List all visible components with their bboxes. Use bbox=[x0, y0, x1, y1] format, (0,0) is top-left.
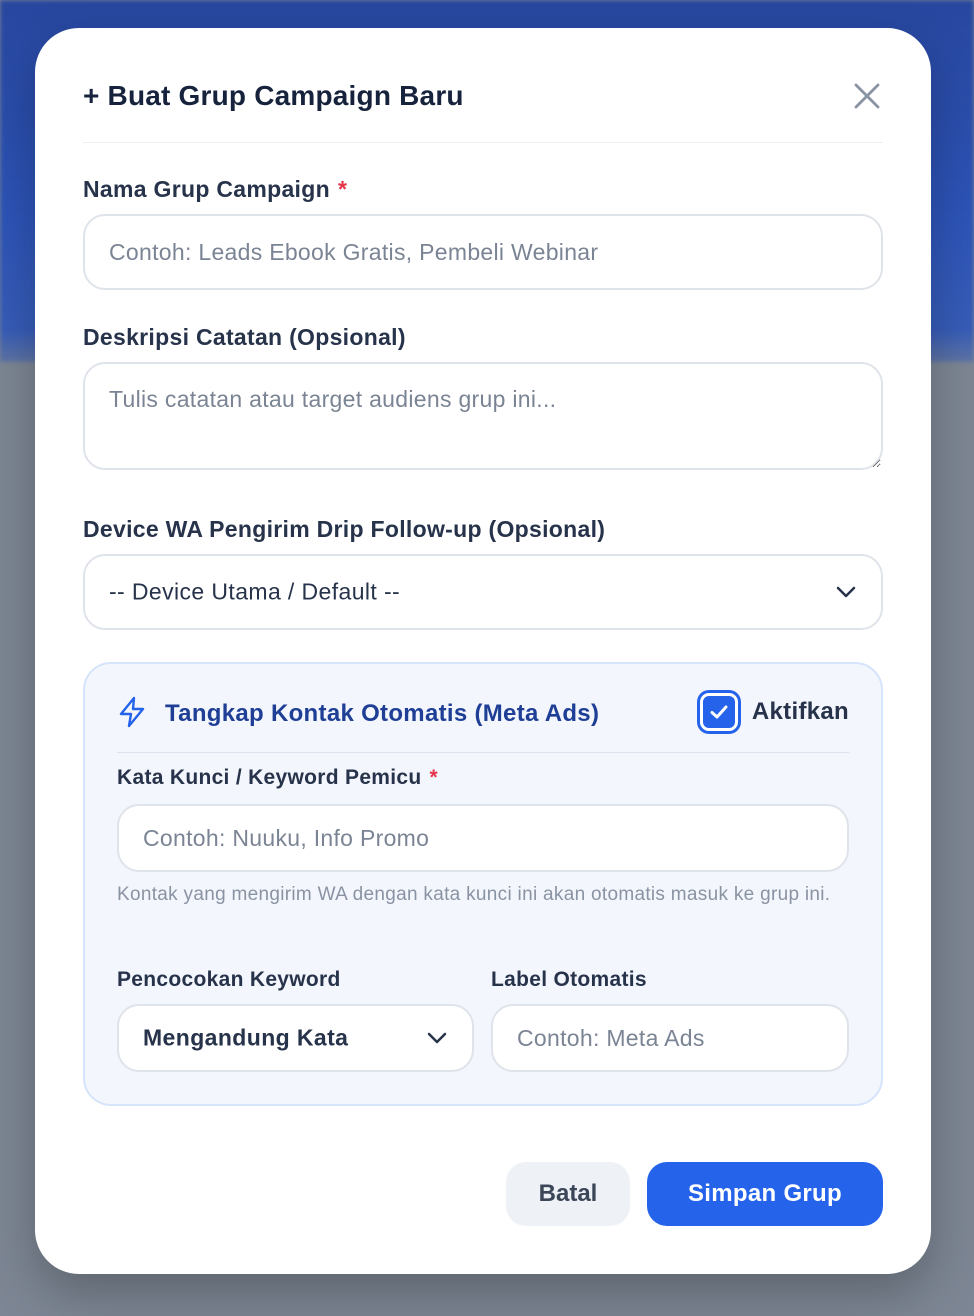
description-label: Deskripsi Catatan (Opsional) bbox=[83, 324, 406, 350]
auto-capture-panel: Tangkap Kontak Otomatis (Meta Ads) Aktif… bbox=[83, 662, 883, 1106]
chevron-down-icon bbox=[427, 1032, 447, 1044]
keyword-hint: Kontak yang mengirim WA dengan kata kunc… bbox=[117, 884, 831, 905]
match-select[interactable]: Mengandung Kata bbox=[117, 1004, 474, 1072]
auto-capture-header: Tangkap Kontak Otomatis (Meta Ads) Aktif… bbox=[117, 688, 849, 753]
auto-capture-title: Tangkap Kontak Otomatis (Meta Ads) bbox=[165, 700, 600, 727]
group-name-label-text: Nama Grup Campaign bbox=[83, 176, 330, 202]
match-select-value: Mengandung Kata bbox=[143, 1024, 349, 1051]
close-icon bbox=[854, 83, 880, 109]
device-select[interactable]: -- Device Utama / Default -- bbox=[83, 554, 883, 630]
match-label: Pencocokan Keyword bbox=[117, 968, 341, 991]
create-group-modal: + Buat Grup Campaign Baru Nama Grup Camp… bbox=[35, 28, 931, 1274]
enable-label: Aktifkan bbox=[751, 698, 849, 725]
modal-title: + Buat Grup Campaign Baru bbox=[83, 80, 464, 111]
save-group-button[interactable]: Simpan Grup bbox=[647, 1162, 883, 1226]
chevron-down-icon bbox=[836, 586, 856, 598]
description-textarea[interactable] bbox=[83, 362, 883, 470]
enable-checkbox[interactable] bbox=[699, 693, 738, 731]
device-label: Device WA Pengirim Drip Follow-up (Opsio… bbox=[83, 516, 606, 542]
auto-label-input[interactable] bbox=[491, 1004, 849, 1072]
keyword-label: Kata Kunci / Keyword Pemicu * bbox=[117, 766, 438, 790]
cancel-button[interactable]: Batal bbox=[506, 1162, 630, 1226]
required-mark: * bbox=[337, 176, 348, 202]
enable-toggle[interactable]: Aktifkan bbox=[699, 690, 849, 734]
lightning-icon bbox=[119, 696, 145, 728]
modal-header: + Buat Grup Campaign Baru bbox=[83, 78, 883, 143]
checkmark-icon bbox=[710, 705, 728, 719]
group-name-input[interactable] bbox=[83, 214, 883, 290]
keyword-input[interactable] bbox=[117, 804, 849, 872]
keyword-label-text: Kata Kunci / Keyword Pemicu bbox=[117, 766, 422, 789]
auto-label-label: Label Otomatis bbox=[491, 968, 647, 991]
device-select-value: -- Device Utama / Default -- bbox=[109, 578, 401, 605]
required-mark: * bbox=[429, 766, 438, 789]
close-button[interactable] bbox=[851, 80, 883, 112]
group-name-label: Nama Grup Campaign * bbox=[83, 176, 347, 203]
